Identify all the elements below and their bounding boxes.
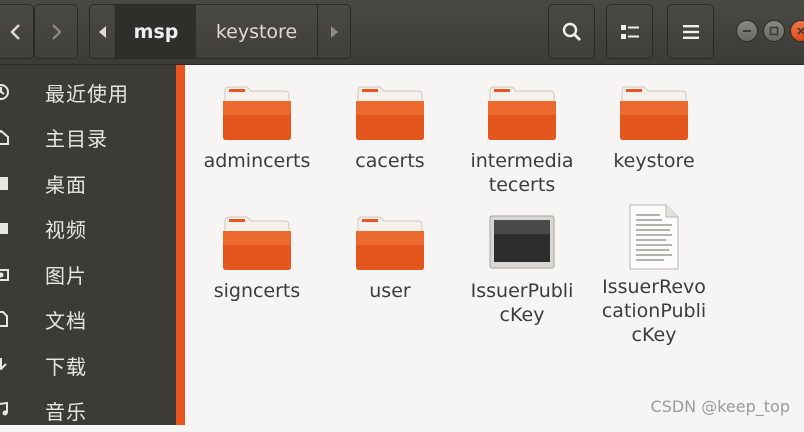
folder-icon xyxy=(620,86,688,140)
menu-button[interactable] xyxy=(667,4,714,59)
triangle-right-icon xyxy=(331,25,338,38)
hamburger-menu-icon xyxy=(682,24,699,39)
sidebar-item-documents[interactable]: 文档 xyxy=(0,297,176,341)
desktop-icon xyxy=(0,174,10,192)
download-icon xyxy=(0,356,10,374)
path-segment-keystore[interactable]: keystore xyxy=(196,5,318,58)
sidebar-item-label: 视频 xyxy=(45,217,87,242)
close-button[interactable] xyxy=(790,20,804,42)
watermark: CSDN @keep_top xyxy=(650,397,790,416)
file-item-admincerts[interactable]: admincerts xyxy=(197,85,317,173)
close-icon xyxy=(797,27,804,35)
file-item-label: signcerts xyxy=(213,280,301,302)
file-item-label: cacerts xyxy=(355,150,425,172)
sidebar-item-videos[interactable]: 视频 xyxy=(0,206,176,250)
text-file-icon xyxy=(629,204,679,270)
recent-icon xyxy=(0,83,10,101)
file-item-issuerrevocationpublickey[interactable]: IssuerRevocationPublicKey xyxy=(594,203,714,347)
folder-icon xyxy=(356,86,424,140)
sidebar-divider xyxy=(176,65,185,425)
document-icon xyxy=(0,310,10,328)
view-toggle-button[interactable] xyxy=(606,4,653,59)
sidebar: 最近使用 主目录 桌面 视频 图片 文档 下载 音乐 xyxy=(0,65,176,425)
file-item-user[interactable]: user xyxy=(330,215,450,303)
file-item-label: user xyxy=(369,280,411,302)
path-scroll-left-button[interactable] xyxy=(90,5,116,58)
folder-icon xyxy=(223,216,291,270)
camera-icon xyxy=(0,265,10,283)
chevron-left-icon xyxy=(10,23,20,40)
maximize-icon xyxy=(769,26,779,36)
path-segment-msp[interactable]: msp xyxy=(116,5,196,58)
home-icon xyxy=(0,128,10,146)
header-bar: msp keystore xyxy=(0,0,804,65)
file-item-label: IssuerRevocationPublicKey xyxy=(601,276,707,346)
list-view-icon xyxy=(620,24,639,39)
sidebar-item-desktop[interactable]: 桌面 xyxy=(0,161,176,205)
file-item-signcerts[interactable]: signcerts xyxy=(197,215,317,303)
file-item-label: keystore xyxy=(613,150,695,172)
binary-file-icon xyxy=(489,215,555,269)
file-item-issuerpublickey[interactable]: IssuerPublicKey xyxy=(462,215,582,327)
search-button[interactable] xyxy=(548,4,595,59)
file-item-label: IssuerPublicKey xyxy=(470,280,574,326)
search-icon xyxy=(562,22,581,41)
file-view: admincerts cacerts intermediatecerts key… xyxy=(185,65,804,425)
sidebar-item-label: 下载 xyxy=(45,354,87,379)
sidebar-item-label: 桌面 xyxy=(45,172,87,197)
sidebar-item-pictures[interactable]: 图片 xyxy=(0,252,176,296)
sidebar-item-label: 最近使用 xyxy=(45,81,129,106)
sidebar-item-label: 文档 xyxy=(45,308,87,333)
forward-button[interactable] xyxy=(34,4,78,59)
folder-icon xyxy=(356,216,424,270)
minimize-button[interactable] xyxy=(736,20,758,42)
back-button[interactable] xyxy=(0,4,34,59)
sidebar-item-home[interactable]: 主目录 xyxy=(0,115,176,159)
chevron-right-icon xyxy=(52,23,62,40)
folder-icon xyxy=(488,86,556,140)
sidebar-item-label: 音乐 xyxy=(45,399,87,424)
file-item-cacerts[interactable]: cacerts xyxy=(330,85,450,173)
path-bar: msp keystore xyxy=(89,4,351,59)
sidebar-item-label: 图片 xyxy=(45,263,87,288)
sidebar-item-downloads[interactable]: 下载 xyxy=(0,343,176,387)
maximize-button[interactable] xyxy=(763,20,785,42)
sidebar-item-music[interactable]: 音乐 xyxy=(0,388,176,432)
file-item-label: intermediatecerts xyxy=(470,150,574,196)
video-icon xyxy=(0,219,10,237)
music-icon xyxy=(0,401,10,419)
sidebar-item-label: 主目录 xyxy=(45,126,108,151)
file-item-label: admincerts xyxy=(203,150,311,172)
folder-icon xyxy=(223,86,291,140)
triangle-left-icon xyxy=(98,25,106,38)
path-scroll-right-button[interactable] xyxy=(318,5,350,58)
sidebar-item-recent[interactable]: 最近使用 xyxy=(0,70,176,114)
file-item-keystore[interactable]: keystore xyxy=(594,85,714,173)
file-item-intermediatecerts[interactable]: intermediatecerts xyxy=(462,85,582,197)
minimize-icon xyxy=(743,30,751,32)
